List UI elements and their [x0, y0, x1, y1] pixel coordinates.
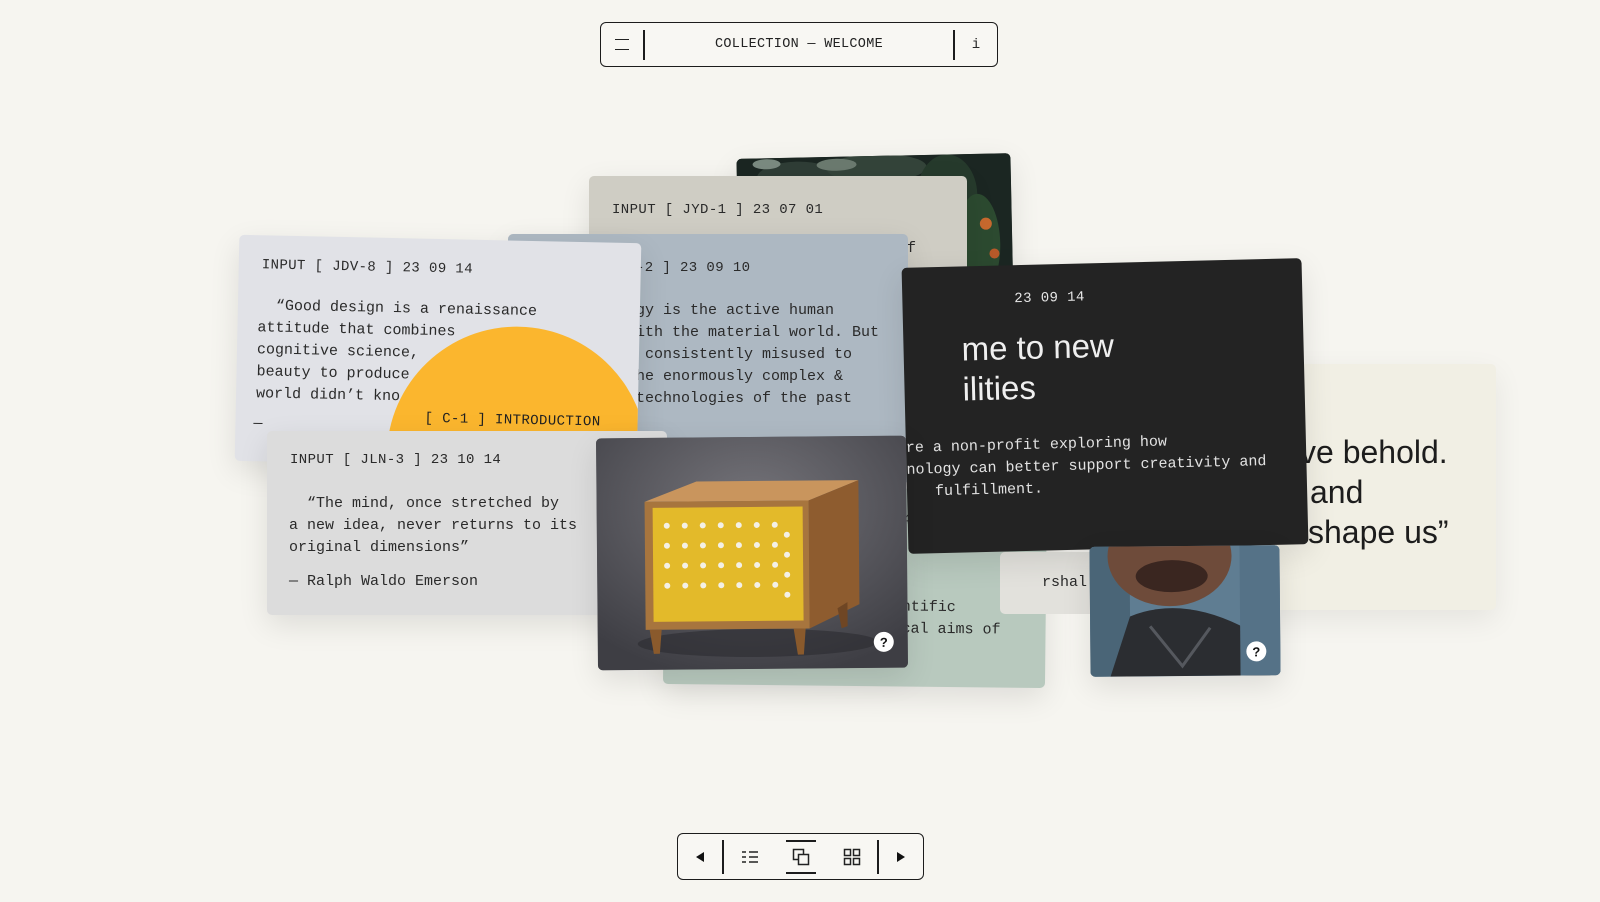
card-dark-headline: me to new — [961, 326, 1115, 368]
card-dark-date: 23 09 14 — [1014, 289, 1085, 308]
grid-icon — [843, 848, 860, 865]
card-grey-fragment-text: rshal — [1042, 574, 1088, 591]
card-jdv-8-header: INPUT [ JDV-8 ] 23 09 14 — [261, 257, 474, 278]
quote-right-line: and — [1310, 474, 1364, 510]
view-switcher — [722, 839, 879, 874]
stack-view-button[interactable] — [785, 839, 816, 874]
triangle-right-icon — [897, 851, 905, 862]
grid-view-button[interactable] — [837, 842, 867, 872]
card-c-2-line: technologies of the past — [636, 390, 853, 407]
card-c-2-line: ith the material world. But — [636, 324, 880, 341]
card-c-2-line: consistently misused to — [636, 346, 853, 363]
card-c-2-line: gy is the active human — [636, 302, 835, 319]
card-jln-3-author: — Ralph Waldo Emerson — [289, 573, 479, 590]
intro-label: [ C-1 ] INTRODUCTION — [424, 410, 601, 431]
card-dark-welcome[interactable]: 23 09 14 me to new ilities re a non-prof… — [901, 258, 1309, 554]
info-button[interactable]: i — [955, 23, 997, 66]
hamburger-icon — [615, 39, 629, 50]
card-jln-3-line: a new idea, never returns to its — [289, 517, 578, 534]
card-green-fragment: ntific — [901, 598, 956, 617]
cabinet-image — [595, 435, 909, 671]
card-jln-3-line: “The mind, once stretched by — [289, 495, 560, 512]
bottom-toolbar — [677, 833, 924, 880]
list-view-button[interactable] — [735, 842, 765, 872]
collection-header: COLLECTION — WELCOME i — [600, 22, 998, 67]
card-photo-portrait[interactable]: ? — [1089, 545, 1281, 677]
card-dark-body: fulfillment. — [934, 480, 1044, 501]
previous-button[interactable] — [678, 834, 722, 879]
card-jyd-1-header: INPUT [ JYD-1 ] 23 07 01 — [612, 202, 824, 218]
card-jdv-8-dash: — — [253, 415, 263, 433]
next-button[interactable] — [879, 834, 923, 879]
quote-right-line: ve behold. — [1300, 434, 1448, 470]
card-c-2-line: he enormously complex & — [636, 368, 844, 385]
card-grey-fragment[interactable]: rshal — [1000, 552, 1100, 614]
collection-title: COLLECTION — WELCOME — [643, 29, 955, 60]
card-jln-3-line: original dimensions” — [289, 539, 470, 556]
list-icon — [741, 850, 758, 863]
card-jdv-8-line: world didn’t kno — [255, 385, 401, 406]
quote-right-line: shape us” — [1308, 514, 1449, 550]
card-jdv-8-line: beauty to produce — [256, 363, 410, 384]
card-jln-3-header: INPUT [ JLN-3 ] 23 10 14 — [290, 452, 502, 468]
menu-button[interactable] — [601, 23, 643, 66]
triangle-left-icon — [696, 851, 704, 862]
photo-portrait-help-button[interactable]: ? — [1246, 641, 1267, 662]
card-photo-cabinet[interactable]: ? — [595, 435, 909, 671]
card-jyd-1-fragment: f — [907, 240, 917, 257]
card-c-2-header: -2 ] 23 09 10 — [636, 260, 751, 276]
card-green-fragment: cal aims of — [901, 620, 1001, 639]
stack-icon — [792, 848, 809, 865]
photo-cabinet-help-button[interactable]: ? — [873, 631, 894, 652]
card-dark-headline: ilities — [962, 368, 1037, 408]
